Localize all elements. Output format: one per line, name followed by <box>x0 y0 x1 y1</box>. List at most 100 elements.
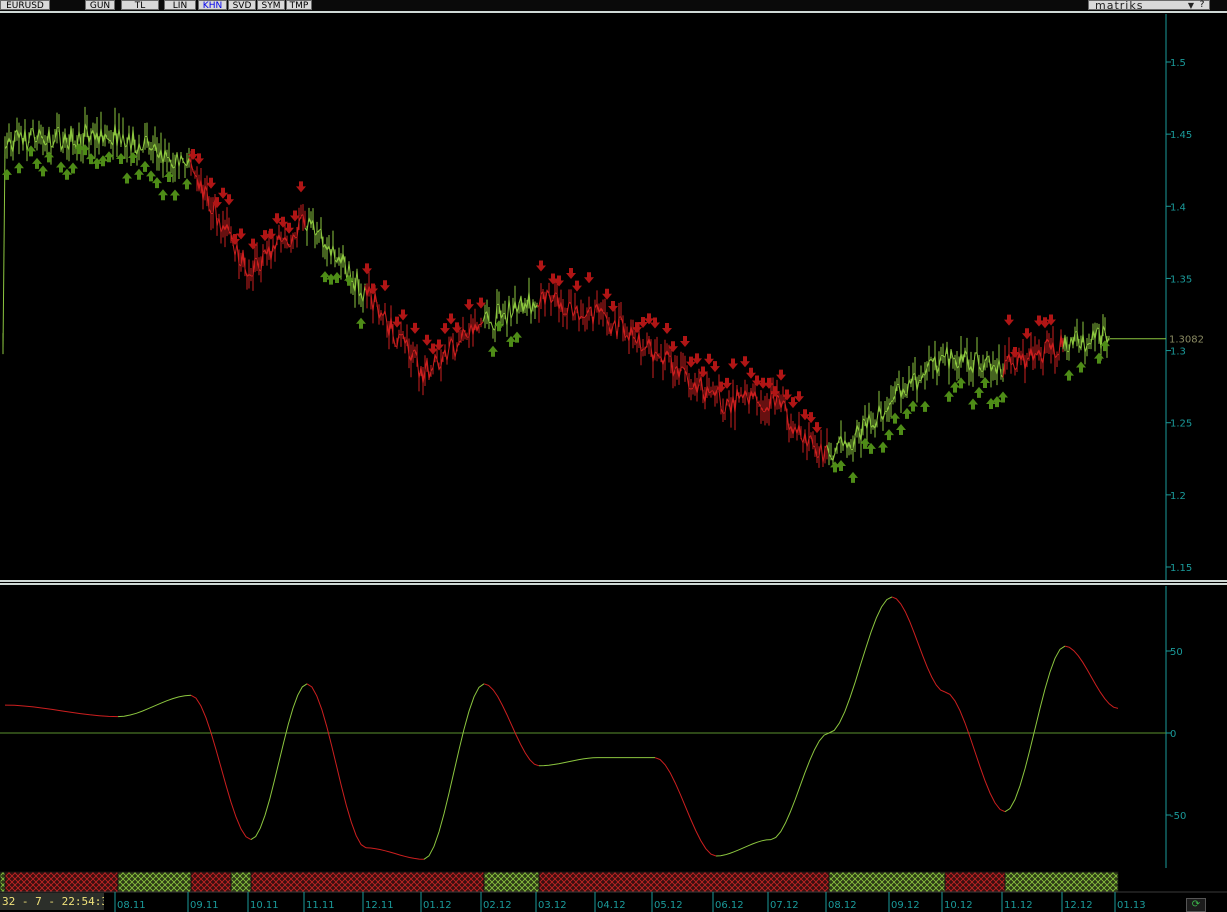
regime-band <box>4 871 119 893</box>
price-bar <box>2 148 6 350</box>
buy-arrow-icon <box>1064 369 1074 381</box>
buy-arrow-icon <box>968 398 978 410</box>
price-panel: 1.5 1.45 1.4 1.35 1.3 1.25 1.2 1.15 1.3082 <box>2 14 1204 580</box>
sell-arrow-icon <box>1040 317 1050 329</box>
buy-arrow-icon <box>884 429 894 441</box>
date-label: 01.12 <box>423 900 452 911</box>
regime-band <box>828 871 946 893</box>
price-bar <box>218 217 222 233</box>
price-bar <box>32 128 36 142</box>
price-bar <box>122 133 126 148</box>
oscillator-tick-label: 0 <box>1170 729 1176 740</box>
price-bar <box>34 140 38 143</box>
date-label: 10.12 <box>944 900 973 911</box>
price-tick-label: 1.35 <box>1170 274 1192 285</box>
price-tick-label: 1.25 <box>1170 419 1192 430</box>
price-bar <box>490 322 494 329</box>
signal-markers <box>2 143 1110 483</box>
price-bar <box>128 132 132 153</box>
price-bar <box>118 128 122 146</box>
oscillator-segment <box>891 596 946 693</box>
oscillator-segment <box>944 691 1006 813</box>
last-price-label: 1.3082 <box>1169 335 1204 346</box>
oscillator-segment <box>828 596 893 734</box>
price-bar <box>1096 327 1100 330</box>
price-bar <box>570 303 574 317</box>
price-tick-label: 1.4 <box>1170 202 1186 213</box>
oscillator-segment <box>250 683 308 841</box>
price-bar <box>416 356 420 379</box>
price-bar <box>616 317 620 339</box>
oscillator-segment <box>1064 645 1119 709</box>
price-tick-label: 1.15 <box>1170 563 1192 574</box>
buy-arrow-icon <box>56 161 66 173</box>
sell-arrow-icon <box>746 367 756 379</box>
oscillator-segment <box>538 757 599 767</box>
price-bar <box>506 299 510 326</box>
sell-arrow-icon <box>410 322 420 334</box>
price-bar <box>582 316 586 319</box>
date-label: 09.11 <box>190 900 219 911</box>
price-bar <box>592 307 596 326</box>
buy-arrow-icon <box>836 459 846 471</box>
buy-arrow-icon <box>158 189 168 201</box>
price-bar <box>882 411 886 421</box>
price-bar <box>446 347 450 361</box>
sell-arrow-icon <box>680 335 690 347</box>
date-label: 03.12 <box>538 900 567 911</box>
price-bar <box>306 217 310 232</box>
price-bar <box>946 346 950 370</box>
sell-arrow-icon <box>740 356 750 368</box>
sell-arrow-icon <box>446 313 456 325</box>
regime-band <box>117 871 192 893</box>
oscillator-panel: 50 0 -50 <box>0 586 1186 868</box>
price-bar <box>998 359 1002 375</box>
regime-band <box>483 871 540 893</box>
date-label: 06.12 <box>715 900 744 911</box>
buy-arrow-icon <box>320 271 330 283</box>
price-bar <box>754 390 758 402</box>
sell-arrow-icon <box>662 323 672 335</box>
buy-arrow-icon <box>44 151 54 163</box>
buy-arrow-icon <box>878 441 888 453</box>
refresh-button[interactable]: ⟳ <box>1186 898 1206 912</box>
date-label: 10.11 <box>250 900 279 911</box>
buy-arrow-icon <box>122 172 132 184</box>
price-bar <box>466 336 470 338</box>
price-bar <box>590 306 594 326</box>
buy-arrow-icon <box>182 178 192 190</box>
date-label: 07.12 <box>770 900 799 911</box>
buy-arrow-icon <box>488 345 498 357</box>
buy-arrow-icon <box>32 157 42 169</box>
price-tick-label: 1.3 <box>1170 347 1186 358</box>
chart-canvas[interactable]: 1.5 1.45 1.4 1.35 1.3 1.25 1.2 1.15 1.3082 50 0 -5… <box>0 0 1227 912</box>
price-bar <box>724 398 728 413</box>
regime-band <box>538 871 830 893</box>
sell-arrow-icon <box>776 369 786 381</box>
date-label: 12.11 <box>365 900 394 911</box>
sell-arrow-icon <box>236 228 246 240</box>
price-bar <box>232 243 236 256</box>
price-bar <box>384 310 388 324</box>
sell-arrow-icon <box>584 272 594 284</box>
date-label: 11.11 <box>306 900 335 911</box>
date-label: 11.12 <box>1004 900 1033 911</box>
oscillator-segment <box>423 683 485 860</box>
sell-arrow-icon <box>224 194 234 206</box>
regime-band <box>1004 871 1119 893</box>
price-tick-label: 1.45 <box>1170 130 1192 141</box>
date-label: 09.12 <box>891 900 920 911</box>
oscillator-segment <box>4 704 119 718</box>
price-bar <box>120 133 124 146</box>
status-clock: 32 - 7 - 22:54:37 <box>0 893 104 910</box>
buy-arrow-icon <box>62 168 72 180</box>
price-bar <box>454 347 458 358</box>
sell-arrow-icon <box>566 268 576 280</box>
sell-arrow-icon <box>602 288 612 300</box>
buy-arrow-icon <box>974 386 984 398</box>
sell-arrow-icon <box>380 280 390 292</box>
oscillator-segment <box>483 683 540 767</box>
sell-arrow-icon <box>464 299 474 311</box>
buy-arrow-icon <box>140 160 150 172</box>
buy-arrow-icon <box>2 168 12 180</box>
